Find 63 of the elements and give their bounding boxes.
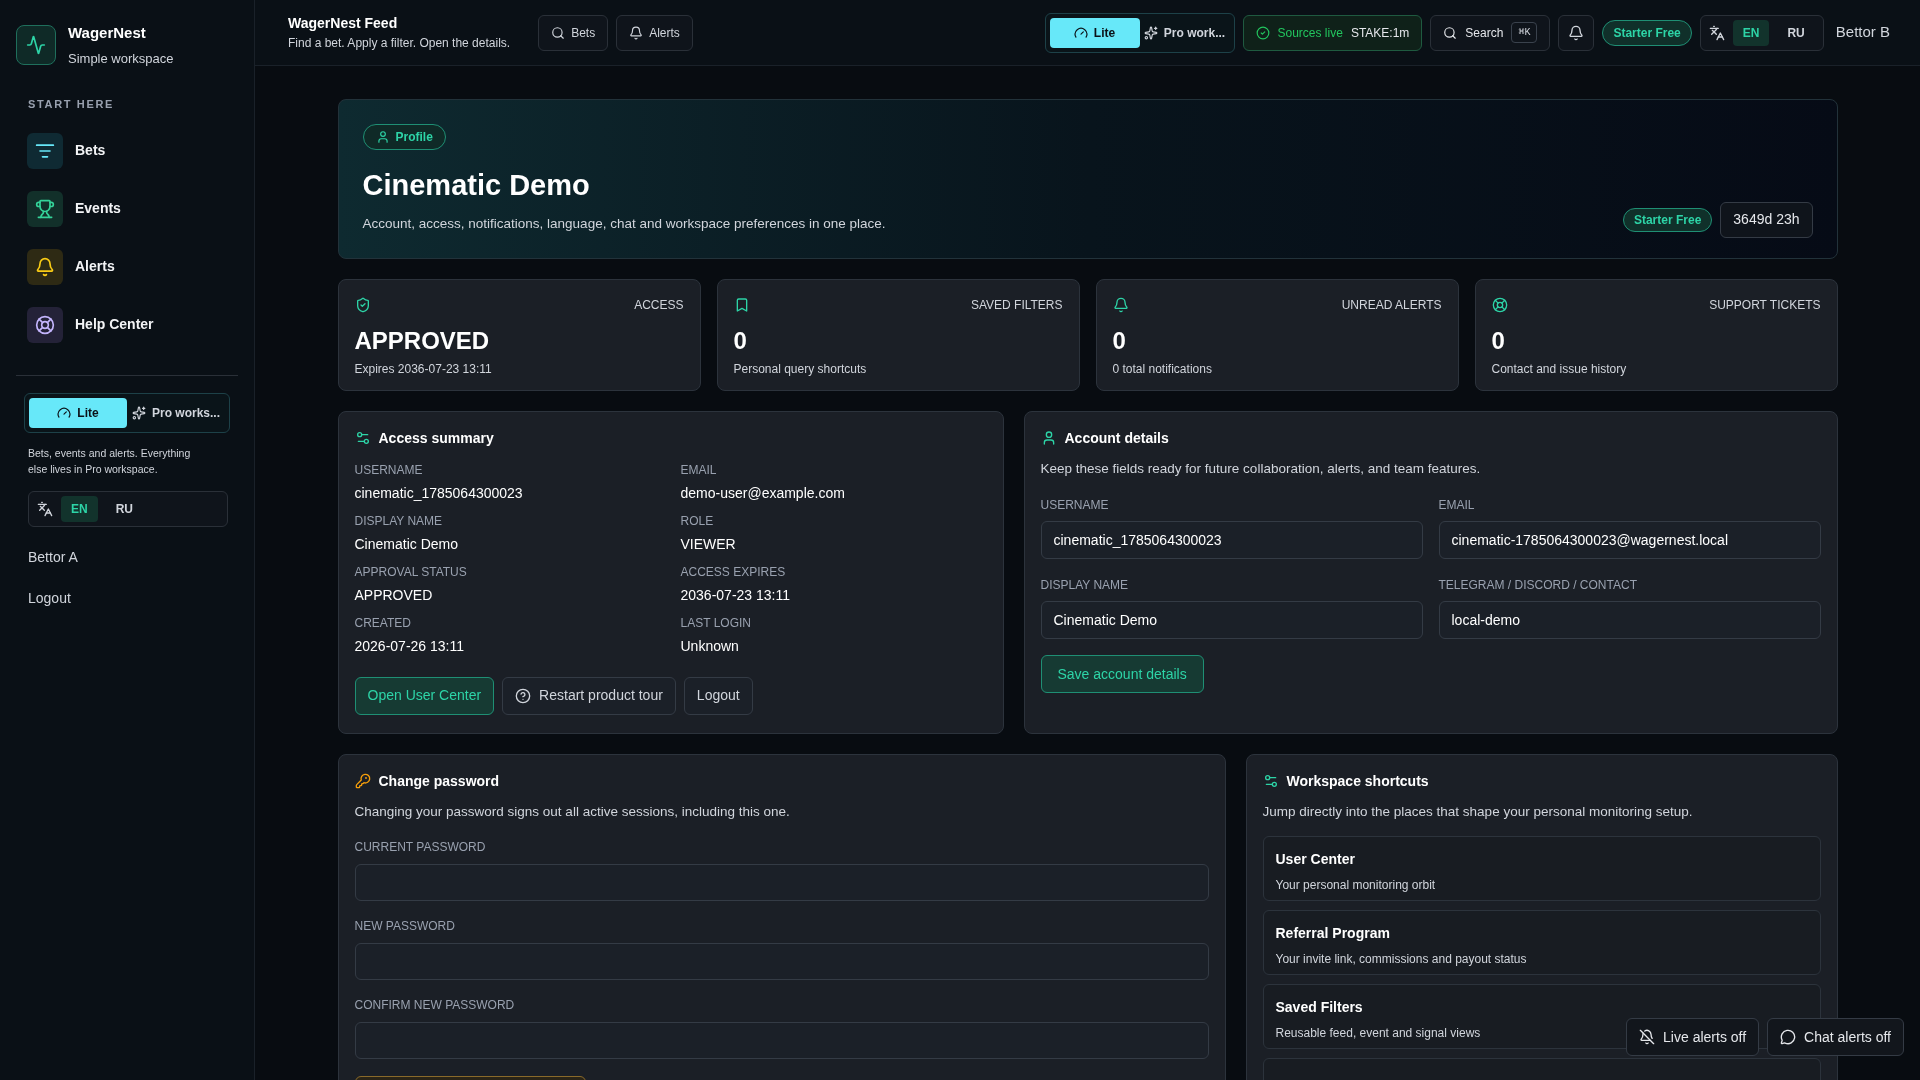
stat-note: 0 total notifications xyxy=(1112,360,1213,378)
stat-label: SAVED FILTERS xyxy=(970,296,1063,314)
shortcut-title: User Center xyxy=(1275,850,1355,869)
stat-label: SUPPORT TICKETS xyxy=(1709,296,1821,314)
field-label: EMAIL xyxy=(680,461,718,479)
page-subtitle: Find a bet. Apply a filter. Open the details. xyxy=(288,35,511,52)
stat-label: UNREAD ALERTS xyxy=(1341,296,1442,314)
field-label: APPROVAL STATUS xyxy=(354,563,468,581)
field-label: ROLE xyxy=(680,512,715,530)
field-label: EMAIL xyxy=(1438,497,1476,514)
plan-badge: Starter Free xyxy=(1622,207,1713,232)
card-title: Access summary xyxy=(378,428,494,448)
shortcut-subtitle: Your personal monitoring orbit xyxy=(1275,877,1436,894)
plan-badge: Starter Free xyxy=(1602,19,1692,46)
field-value: 2026-07-26 13:11 xyxy=(354,636,465,656)
field-label: DISPLAY NAME xyxy=(354,512,444,530)
stat-value: APPROVED xyxy=(354,325,491,356)
shortcut-subtitle: Your invite link, commissions and payout status xyxy=(1275,951,1527,968)
field-label: CONFIRM NEW PASSWORD xyxy=(354,997,516,1014)
stat-label: ACCESS xyxy=(634,296,684,314)
stat-value: 0 xyxy=(1112,325,1127,356)
stat-note: Contact and issue history xyxy=(1491,360,1628,378)
card-title: Account details xyxy=(1064,428,1169,448)
shortcut-title: Saved Filters xyxy=(1275,998,1363,1017)
field-value: Unknown xyxy=(680,636,740,656)
shortcut-key: ⌘K xyxy=(1511,22,1538,43)
card-title: Change password xyxy=(378,771,500,791)
stat-note: Personal query shortcuts xyxy=(733,360,868,378)
field-label: USERNAME xyxy=(354,461,424,479)
sources-detail: STAKE:1m xyxy=(1350,24,1410,42)
sources-label: Sources live xyxy=(1277,24,1343,42)
card-description: Jump directly into the places that shape your personal monitoring setup. xyxy=(1262,802,1694,821)
shortcut-title: Referral Program xyxy=(1275,924,1390,943)
brand-tagline: Simple workspace xyxy=(68,49,174,68)
section-label: START HERE xyxy=(27,97,115,112)
profile-title: Cinematic Demo xyxy=(362,168,590,203)
profile-badge: Profile xyxy=(362,124,446,150)
page-title: WagerNest Feed xyxy=(288,14,399,33)
stat-value: 0 xyxy=(1491,325,1506,356)
field-value: VIEWER xyxy=(680,534,737,554)
field-value: APPROVED xyxy=(354,585,434,605)
field-label: ACCESS EXPIRES xyxy=(680,563,787,581)
mode-note: Bets, events and alerts. Everything else lives in Pro workspace. xyxy=(27,445,192,477)
field-label: LAST LOGIN xyxy=(680,614,752,632)
shortcut-subtitle: Reusable feed, event and signal views xyxy=(1275,1025,1481,1042)
card-title: Workspace shortcuts xyxy=(1286,771,1429,791)
field-value: 2036-07-23 13:11 xyxy=(680,585,791,605)
card-description: Keep these fields ready for future collaboration, alerts, and team features. xyxy=(1040,459,1482,478)
field-label: TELEGRAM / DISCORD / CONTACT xyxy=(1438,577,1638,594)
field-label: USERNAME xyxy=(1040,497,1110,514)
field-label: CREATED xyxy=(354,614,412,632)
stat-note: Expires 2036-07-23 13:11 xyxy=(354,360,493,378)
time-remaining: 3649d 23h xyxy=(1720,201,1813,238)
field-label: DISPLAY NAME xyxy=(1040,577,1130,594)
field-value: cinematic_1785064300023 xyxy=(354,483,524,503)
field-value: demo-user@example.com xyxy=(680,483,846,503)
brand-name: WagerNest xyxy=(68,23,147,43)
profile-subtitle: Account, access, notifications, language, chat and workspace preferences in one place. xyxy=(362,214,886,233)
field-label: CURRENT PASSWORD xyxy=(354,839,487,856)
card-description: Changing your password signs out all active sessions, including this one. xyxy=(354,802,791,821)
stat-value: 0 xyxy=(733,325,748,356)
field-value: Cinematic Demo xyxy=(354,534,459,554)
field-label: NEW PASSWORD xyxy=(354,918,456,935)
